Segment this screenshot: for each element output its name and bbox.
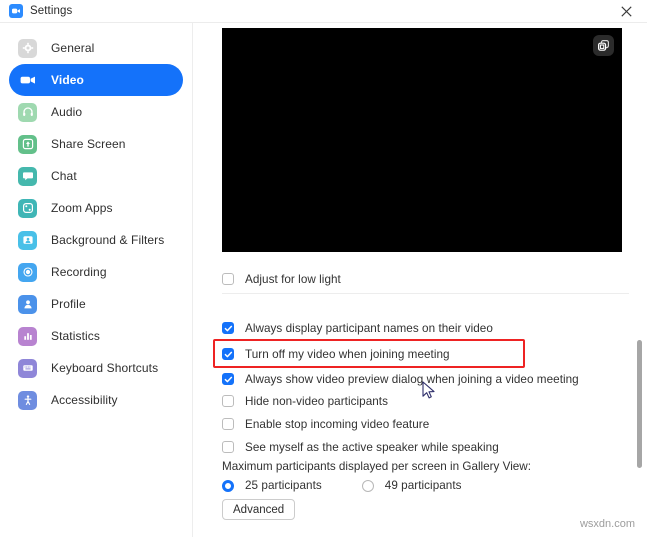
radio-label: 25 participants xyxy=(245,479,322,492)
option-adjust-low-light[interactable]: Adjust for low light xyxy=(222,270,341,288)
settings-window: Settings General Video Audio Share Scree… xyxy=(0,0,647,537)
sidebar-item-statistics[interactable]: Statistics xyxy=(9,320,183,352)
radio-49-participants-wrapper: 49 participants xyxy=(361,479,462,492)
option-label: Adjust for low light xyxy=(245,272,341,286)
title-bar: Settings xyxy=(0,0,647,22)
sidebar-item-label: Keyboard Shortcuts xyxy=(51,361,159,375)
gallery-view-section-label: Maximum participants displayed per scree… xyxy=(222,460,531,473)
sidebar-item-label: Accessibility xyxy=(51,393,118,407)
headset-icon xyxy=(18,102,37,122)
sidebar-item-audio[interactable]: Audio xyxy=(9,96,183,128)
keyboard-icon xyxy=(18,358,37,378)
title-bar-left: Settings xyxy=(0,4,72,18)
option-label: Always display participant names on thei… xyxy=(245,321,493,335)
checkbox-always-display-names[interactable] xyxy=(222,322,234,334)
option-label: See myself as the active speaker while s… xyxy=(245,440,499,454)
section-divider xyxy=(222,293,629,294)
checkbox-adjust-low-light[interactable] xyxy=(222,273,234,285)
sidebar-item-label: General xyxy=(51,41,95,55)
option-always-display-names[interactable]: Always display participant names on thei… xyxy=(222,319,493,337)
radio-25-participants[interactable] xyxy=(222,479,234,492)
sidebar-item-zoom-apps[interactable]: Zoom Apps xyxy=(9,192,183,224)
record-icon xyxy=(18,262,37,282)
checkbox-turn-off-video-on-join[interactable] xyxy=(222,348,234,360)
option-label: Enable stop incoming video feature xyxy=(245,417,430,431)
apps-icon xyxy=(18,198,37,218)
gallery-view-radio-group: 25 participants 49 participants xyxy=(222,479,462,492)
advanced-button[interactable]: Advanced xyxy=(222,499,296,520)
option-always-show-preview-dialog[interactable]: Always show video preview dialog when jo… xyxy=(222,370,579,388)
bar-chart-icon xyxy=(18,326,37,346)
sidebar-item-recording[interactable]: Recording xyxy=(9,256,183,288)
video-preview xyxy=(222,28,622,252)
sidebar-item-label: Share Screen xyxy=(51,137,126,151)
sidebar-item-label: Zoom Apps xyxy=(51,201,113,215)
sidebar-item-label: Profile xyxy=(51,297,86,311)
sidebar-item-video[interactable]: Video xyxy=(9,64,183,96)
sidebar-item-label: Chat xyxy=(51,169,77,183)
option-enable-stop-incoming-video[interactable]: Enable stop incoming video feature xyxy=(222,415,429,433)
gear-icon xyxy=(18,38,37,58)
scrollbar-thumb[interactable] xyxy=(637,340,642,468)
sidebar-item-chat[interactable]: Chat xyxy=(9,160,183,192)
sidebar-item-general[interactable]: General xyxy=(9,32,183,64)
sidebar-item-accessibility[interactable]: Accessibility xyxy=(9,384,183,416)
picture-in-picture-icon[interactable] xyxy=(593,35,614,56)
person-icon xyxy=(18,294,37,314)
watermark: wsxdn.com xyxy=(579,518,635,530)
sidebar-item-background-filters[interactable]: Background & Filters xyxy=(9,224,183,256)
option-see-myself-active-speaker[interactable]: See myself as the active speaker while s… xyxy=(222,438,499,456)
radio-label: 49 participants xyxy=(384,479,462,492)
checkbox-hide-non-video-participants[interactable] xyxy=(222,395,234,407)
accessibility-icon xyxy=(18,390,37,410)
settings-sidebar: General Video Audio Share Screen Chat Zo… xyxy=(0,23,192,537)
sidebar-item-label: Statistics xyxy=(51,329,101,343)
radio-49-participants[interactable] xyxy=(361,479,374,492)
option-label: Always show video preview dialog when jo… xyxy=(245,372,579,386)
sidebar-item-label: Recording xyxy=(51,265,107,279)
chat-icon xyxy=(18,166,37,186)
close-icon[interactable] xyxy=(611,0,641,22)
zoom-camera-icon xyxy=(9,4,23,18)
checkbox-always-show-preview-dialog[interactable] xyxy=(222,373,234,385)
checkbox-see-myself-active-speaker[interactable] xyxy=(222,441,234,453)
upload-icon xyxy=(18,134,37,154)
sidebar-item-profile[interactable]: Profile xyxy=(9,288,183,320)
option-turn-off-video-on-join[interactable]: Turn off my video when joining meeting xyxy=(222,345,450,363)
window-title: Settings xyxy=(30,5,73,17)
sidebar-item-label: Video xyxy=(51,73,84,87)
option-label: Hide non-video participants xyxy=(245,394,388,408)
sidebar-item-label: Background & Filters xyxy=(51,233,165,247)
option-label: Turn off my video when joining meeting xyxy=(245,347,450,361)
checkbox-enable-stop-incoming-video[interactable] xyxy=(222,418,234,430)
video-settings-pane: Adjust for low light Always display part… xyxy=(193,23,647,537)
sidebar-item-label: Audio xyxy=(51,105,83,119)
sidebar-item-share-screen[interactable]: Share Screen xyxy=(9,128,183,160)
camera-icon xyxy=(18,71,37,90)
option-hide-non-video-participants[interactable]: Hide non-video participants xyxy=(222,392,388,410)
sidebar-item-keyboard-shortcuts[interactable]: Keyboard Shortcuts xyxy=(9,352,183,384)
scrollbar-track[interactable] xyxy=(636,23,645,514)
person-frame-icon xyxy=(18,230,37,250)
